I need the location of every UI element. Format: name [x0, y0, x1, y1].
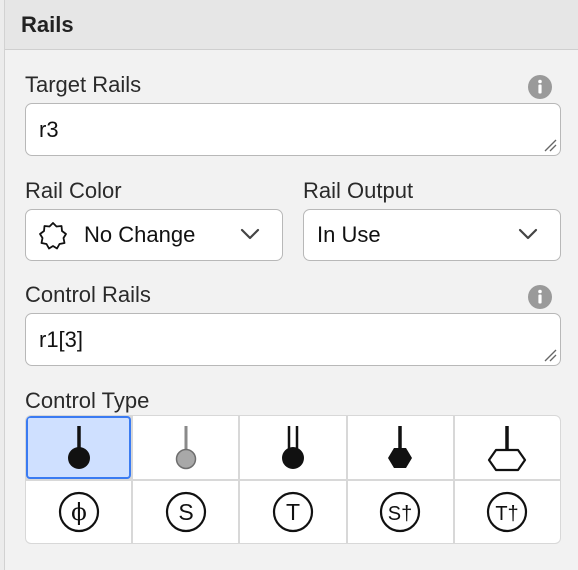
t-dagger-circle-icon: T† [487, 491, 528, 532]
control-rails-value: r1[3] [39, 327, 84, 352]
rail-color-label: Rail Color [25, 178, 122, 203]
control-rails-input[interactable]: r1[3] [25, 313, 561, 366]
s-dagger-circle-icon: S† [380, 491, 421, 532]
gear-badge-icon [39, 222, 67, 250]
rails-panel: Rails Target Rails r3 Rail Color No Chan… [4, 0, 578, 570]
resize-grip-icon[interactable] [543, 138, 557, 152]
s-symbol: S [178, 499, 193, 525]
double-stem-control-icon [281, 426, 304, 470]
info-icon[interactable] [527, 74, 553, 100]
control-type-double-stem[interactable] [240, 416, 346, 479]
t-symbol: T [286, 499, 300, 525]
target-rails-value: r3 [39, 117, 59, 142]
outline-hexagon-icon [488, 426, 527, 472]
s-dagger-gate-option[interactable]: S† [347, 480, 453, 543]
phase-symbol: ϕ [71, 500, 87, 526]
info-icon[interactable] [527, 284, 553, 310]
resize-grip-icon[interactable] [543, 348, 557, 362]
filled-hexagon-icon [388, 426, 413, 469]
rail-output-label: Rail Output [303, 178, 414, 203]
gray-control-icon [175, 426, 197, 470]
filled-control-icon [67, 426, 90, 470]
rail-output-select[interactable]: In Use [303, 209, 561, 261]
t-gate-option[interactable]: T [240, 480, 346, 543]
s-circle-icon: S [165, 491, 206, 532]
control-type-filled[interactable] [26, 416, 132, 479]
t-dagger-symbol: T† [496, 503, 519, 525]
s-dagger-symbol: S† [388, 503, 412, 525]
t-circle-icon: T [272, 491, 314, 532]
t-dagger-gate-option[interactable]: T† [454, 480, 560, 543]
panel-header[interactable]: Rails [5, 0, 578, 50]
s-gate-option[interactable]: S [133, 480, 239, 543]
control-type-grid: ϕ S T S† T† [25, 415, 561, 544]
rail-output-value: In Use [317, 222, 381, 247]
phase-gate-option[interactable]: ϕ [26, 480, 132, 543]
control-type-gray[interactable] [133, 416, 239, 479]
target-rails-label: Target Rails [25, 72, 142, 97]
control-rails-label: Control Rails [25, 282, 151, 307]
phase-circle-icon: ϕ [58, 491, 99, 532]
panel-title: Rails [21, 11, 74, 37]
target-rails-input[interactable]: r3 [25, 103, 561, 156]
control-type-label: Control Type [25, 388, 150, 413]
chevron-down-icon [240, 228, 260, 240]
rail-color-select[interactable]: No Change [25, 209, 283, 261]
chevron-down-icon [518, 228, 538, 240]
control-type-hexagon-filled[interactable] [347, 416, 453, 479]
rail-color-value: No Change [84, 222, 196, 247]
control-type-hexagon-outline[interactable] [454, 416, 560, 479]
